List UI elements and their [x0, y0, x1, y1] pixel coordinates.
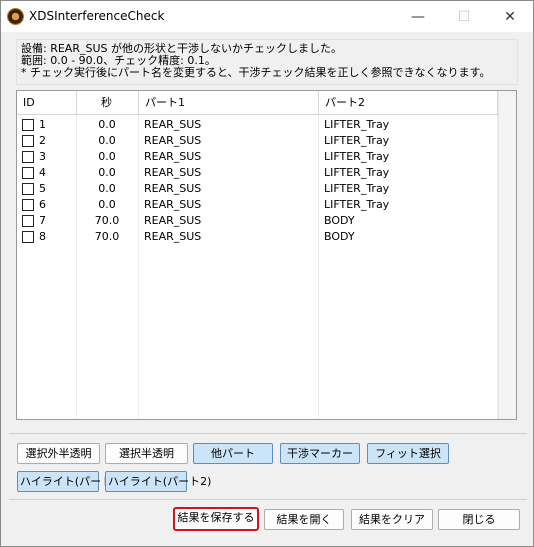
row-id: 1 — [39, 118, 46, 131]
table-row[interactable]: 1 0.0 REAR_SUS LIFTER_Tray — [17, 117, 498, 133]
row-part1: REAR_SUS — [144, 182, 202, 195]
vertical-scrollbar[interactable] — [498, 91, 516, 419]
row-seconds: 0.0 — [98, 118, 116, 131]
close-window-button[interactable]: ✕ — [487, 1, 533, 32]
highlight-part2-toggle[interactable]: ハイライト(パート2) — [105, 471, 211, 492]
row-part2: LIFTER_Tray — [324, 150, 390, 163]
row-checkbox[interactable] — [22, 183, 34, 195]
row-id: 7 — [39, 214, 46, 227]
row-id: 8 — [39, 230, 46, 243]
table-row[interactable]: 5 0.0 REAR_SUS LIFTER_Tray — [17, 181, 498, 197]
row-part1: REAR_SUS — [144, 166, 202, 179]
table-header: ID 秒 パート1 パート2 — [17, 91, 516, 115]
table-row[interactable]: 2 0.0 REAR_SUS LIFTER_Tray — [17, 133, 498, 149]
column-header-seconds[interactable]: 秒 — [77, 91, 139, 115]
row-part1: REAR_SUS — [144, 118, 202, 131]
row-id: 5 — [39, 182, 46, 195]
app-logo-icon — [7, 8, 24, 25]
row-checkbox[interactable] — [22, 135, 34, 147]
row-seconds: 0.0 — [98, 134, 116, 147]
row-checkbox[interactable] — [22, 167, 34, 179]
row-seconds: 70.0 — [94, 214, 120, 227]
row-seconds: 0.0 — [98, 182, 116, 195]
row-checkbox[interactable] — [22, 151, 34, 163]
table-row[interactable]: 7 70.0 REAR_SUS BODY — [17, 213, 498, 229]
row-part2: LIFTER_Tray — [324, 166, 390, 179]
row-seconds: 0.0 — [98, 198, 116, 211]
save-results-button[interactable]: 結果を保存する — [173, 507, 259, 531]
section-divider — [9, 499, 527, 500]
column-header-id[interactable]: ID — [17, 91, 77, 115]
row-part1: REAR_SUS — [144, 230, 202, 243]
row-checkbox[interactable] — [22, 119, 34, 131]
unselected-translucent-button[interactable]: 選択外半透明 — [17, 443, 100, 464]
table-row[interactable]: 6 0.0 REAR_SUS LIFTER_Tray — [17, 197, 498, 213]
row-checkbox[interactable] — [22, 199, 34, 211]
section-divider — [9, 433, 527, 434]
row-part2: LIFTER_Tray — [324, 182, 390, 195]
check-summary-panel: 設備: REAR_SUS が他の形状と干渉しないかチェックしました。 範囲: 0… — [16, 39, 518, 85]
row-seconds: 70.0 — [94, 230, 120, 243]
column-header-part1[interactable]: パート1 — [139, 91, 319, 115]
fit-selection-toggle[interactable]: フィット選択 — [367, 443, 449, 464]
row-id: 6 — [39, 198, 46, 211]
minimize-button[interactable]: — — [395, 1, 441, 32]
open-results-button[interactable]: 結果を開く — [264, 509, 344, 530]
other-parts-toggle[interactable]: 他パート — [193, 443, 273, 464]
table-row[interactable]: 3 0.0 REAR_SUS LIFTER_Tray — [17, 149, 498, 165]
row-part1: REAR_SUS — [144, 214, 202, 227]
row-id: 3 — [39, 150, 46, 163]
row-part1: REAR_SUS — [144, 134, 202, 147]
interference-check-window: XDSInterferenceCheck — ☐ ✕ 設備: REAR_SUS … — [0, 0, 534, 547]
selected-translucent-button[interactable]: 選択半透明 — [105, 443, 188, 464]
summary-line-3: * チェック実行後にパート名を変更すると、干渉チェック結果を正しく参照できなくな… — [21, 66, 491, 79]
row-id: 2 — [39, 134, 46, 147]
row-checkbox[interactable] — [22, 231, 34, 243]
interference-results-table[interactable]: ID 秒 パート1 パート2 1 0.0 REAR_SUS LIFTER_Tray 2 0… — [16, 90, 517, 420]
column-header-part2[interactable]: パート2 — [319, 91, 498, 115]
row-part2: LIFTER_Tray — [324, 198, 390, 211]
table-row[interactable]: 8 70.0 REAR_SUS BODY — [17, 229, 498, 245]
row-part1: REAR_SUS — [144, 198, 202, 211]
close-button[interactable]: 閉じる — [438, 509, 520, 530]
row-part1: REAR_SUS — [144, 150, 202, 163]
row-id: 4 — [39, 166, 46, 179]
row-part2: LIFTER_Tray — [324, 134, 390, 147]
window-title: XDSInterferenceCheck — [29, 9, 165, 23]
row-checkbox[interactable] — [22, 215, 34, 227]
row-seconds: 0.0 — [98, 166, 116, 179]
highlight-part1-toggle[interactable]: ハイライト(パート1) — [17, 471, 123, 492]
interference-marker-toggle[interactable]: 干渉マーカー — [280, 443, 360, 464]
row-part2: BODY — [324, 230, 355, 243]
maximize-button: ☐ — [457, 8, 471, 25]
title-bar[interactable]: XDSInterferenceCheck — ☐ ✕ — [1, 1, 533, 32]
row-part2: BODY — [324, 214, 355, 227]
table-row[interactable]: 4 0.0 REAR_SUS LIFTER_Tray — [17, 165, 498, 181]
row-part2: LIFTER_Tray — [324, 118, 390, 131]
row-seconds: 0.0 — [98, 150, 116, 163]
clear-results-button[interactable]: 結果をクリア — [351, 509, 433, 530]
